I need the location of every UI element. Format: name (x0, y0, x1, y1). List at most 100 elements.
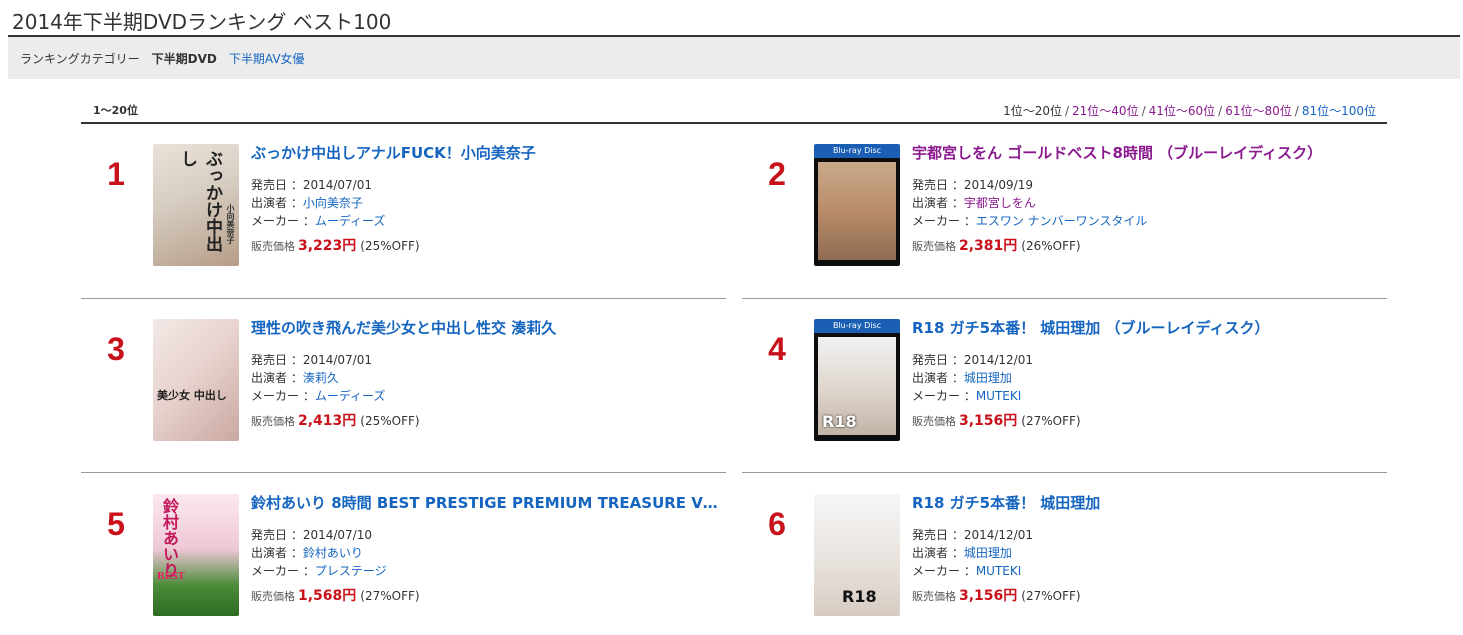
release-date-row: 発売日 ： 2014/07/10 (251, 526, 721, 544)
cover-text: ぶっかけ中出し (177, 150, 222, 252)
release-date: 2014/07/01 (302, 353, 372, 367)
maker-link[interactable]: プレステージ (315, 564, 387, 578)
cover-text: BEST (157, 572, 185, 582)
release-label: 発売日 ： (912, 528, 964, 542)
item-title[interactable]: 宇都宮しをん ゴールドベスト8時間 （ブルーレイディスク） (912, 144, 1382, 162)
maker-row: メーカー ： ムーディーズ (251, 212, 721, 230)
cover-image[interactable]: Blu-ray Disc R18 (814, 319, 900, 441)
release-date: 2014/07/01 (302, 178, 372, 192)
maker-link[interactable]: ムーディーズ (315, 389, 386, 403)
maker-row: メーカー ： MUTEKI (912, 562, 1382, 580)
price: 1,568円 (298, 588, 357, 604)
ranking-item-3: 3 美少女 中出し 理性の吹き飛んだ美少女と中出し性交 湊莉久 発売日 ： 20… (81, 319, 726, 479)
rank-number: 2 (768, 156, 786, 192)
pager-link-81-100[interactable]: 81位～100位 (1302, 104, 1376, 118)
maker-row: メーカー ： MUTEKI (912, 387, 1382, 405)
price-label: 販売価格 (912, 240, 956, 253)
price-row: 販売価格 2,413円 (25%OFF) (251, 410, 721, 430)
row-divider (742, 298, 1387, 299)
maker-link[interactable]: MUTEKI (976, 389, 1021, 403)
release-date-row: 発売日 ： 2014/12/01 (912, 526, 1382, 544)
maker-link[interactable]: エスワン ナンバーワンスタイル (976, 214, 1148, 228)
pager-separator: / (1294, 104, 1299, 118)
cover-image[interactable]: R18 (814, 494, 900, 616)
maker-label: メーカー ： (251, 214, 315, 228)
maker-label: メーカー ： (912, 389, 976, 403)
release-label: 発売日 ： (251, 353, 303, 367)
category-current: 下半期DVD (151, 51, 217, 66)
maker-row: メーカー ： プレステージ (251, 562, 721, 580)
category-bar: ランキングカテゴリー 下半期DVD 下半期AV女優 (8, 37, 1460, 79)
pager-link-61-80[interactable]: 61位～80位 (1225, 104, 1292, 118)
cast-row: 出演者 ： 城田理加 (912, 544, 1382, 562)
item-title[interactable]: ぶっかけ中出しアナルFUCK！小向美奈子 (251, 144, 721, 162)
price-label: 販売価格 (912, 590, 956, 603)
item-title[interactable]: 鈴村あいり 8時間 BEST PRESTIGE PREMIUM TREASURE… (251, 494, 721, 512)
cast-row: 出演者 ： 湊莉久 (251, 369, 721, 387)
cover-image[interactable]: 鈴村あいり BEST (153, 494, 239, 616)
cast-row: 出演者 ： 城田理加 (912, 369, 1382, 387)
release-date-row: 発売日 ： 2014/12/01 (912, 351, 1382, 369)
discount: (25%OFF) (360, 414, 420, 428)
pager-link-41-60[interactable]: 41位～60位 (1149, 104, 1216, 118)
price: 2,381円 (959, 238, 1018, 254)
ranking-item-4: 4 Blu-ray Disc R18 R18 ガチ5本番！ 城田理加 （ブルーレ… (742, 319, 1387, 479)
cast-label: 出演者 ： (912, 546, 964, 560)
price: 2,413円 (298, 413, 357, 429)
category-label: ランキングカテゴリー (20, 51, 140, 66)
cast-link[interactable]: 城田理加 (964, 546, 1012, 560)
rank-number: 3 (107, 331, 125, 367)
item-title[interactable]: 理性の吹き飛んだ美少女と中出し性交 湊莉久 (251, 319, 721, 337)
price: 3,156円 (959, 413, 1018, 429)
r18-logo: R18 (822, 412, 857, 431)
cast-link[interactable]: 鈴村あいり (303, 546, 363, 560)
ranking-item-6: 6 R18 R18 ガチ5本番！ 城田理加 発売日 ： 2014/12/01 出… (742, 494, 1387, 635)
r18-logo: R18 (842, 587, 877, 606)
price-label: 販売価格 (251, 415, 295, 428)
ranking-item-5: 5 鈴村あいり BEST 鈴村あいり 8時間 BEST PRESTIGE PRE… (81, 494, 726, 635)
maker-link[interactable]: ムーディーズ (315, 214, 386, 228)
pager-separator: / (1218, 104, 1223, 118)
cast-link[interactable]: 湊莉久 (303, 371, 339, 385)
pager-current: 1位～20位 (1003, 104, 1062, 118)
row-divider (742, 472, 1387, 473)
item-title[interactable]: R18 ガチ5本番！ 城田理加 （ブルーレイディスク） (912, 319, 1382, 337)
release-date-row: 発売日 ： 2014/09/19 (912, 176, 1382, 194)
cast-label: 出演者 ： (251, 371, 303, 385)
cover-image[interactable]: ぶっかけ中出し 小向美奈子 (153, 144, 239, 266)
price-row: 販売価格 3,156円 (27%OFF) (912, 585, 1382, 605)
rank-number: 1 (107, 156, 125, 192)
cast-link[interactable]: 小向美奈子 (303, 196, 363, 210)
bluray-logo: Blu-ray Disc (832, 321, 882, 330)
cast-label: 出演者 ： (251, 196, 303, 210)
cover-photo (818, 162, 896, 260)
cover-image[interactable]: 美少女 中出し (153, 319, 239, 441)
cast-label: 出演者 ： (251, 546, 303, 560)
category-link-av-actress[interactable]: 下半期AV女優 (229, 50, 305, 67)
cast-link[interactable]: 城田理加 (964, 371, 1012, 385)
price-row: 販売価格 3,156円 (27%OFF) (912, 410, 1382, 430)
item-title[interactable]: R18 ガチ5本番！ 城田理加 (912, 494, 1382, 512)
release-date: 2014/09/19 (963, 178, 1033, 192)
cover-image[interactable]: Blu-ray Disc (814, 144, 900, 266)
row-divider (81, 472, 726, 473)
release-date: 2014/12/01 (963, 528, 1033, 542)
maker-label: メーカー ： (912, 214, 976, 228)
discount: (27%OFF) (1021, 414, 1081, 428)
pager-link-21-40[interactable]: 21位～40位 (1072, 104, 1139, 118)
cover-text: 美少女 中出し (157, 389, 227, 402)
page-title: 2014年下半期DVDランキング ベスト100 (12, 10, 392, 34)
release-date-row: 発売日 ： 2014/07/01 (251, 176, 721, 194)
price-label: 販売価格 (251, 590, 295, 603)
cast-link[interactable]: 宇都宮しをん (964, 196, 1036, 210)
discount: (27%OFF) (360, 589, 420, 603)
release-label: 発売日 ： (251, 528, 303, 542)
maker-row: メーカー ： エスワン ナンバーワンスタイル (912, 212, 1382, 230)
price: 3,156円 (959, 588, 1018, 604)
maker-link[interactable]: MUTEKI (976, 564, 1021, 578)
pager-separator: / (1141, 104, 1146, 118)
ranking-item-2: 2 Blu-ray Disc 宇都宮しをん ゴールドベスト8時間 （ブルーレイデ… (742, 144, 1387, 304)
rank-number: 5 (107, 506, 125, 542)
pager-divider (81, 122, 1387, 124)
release-date-row: 発売日 ： 2014/07/01 (251, 351, 721, 369)
